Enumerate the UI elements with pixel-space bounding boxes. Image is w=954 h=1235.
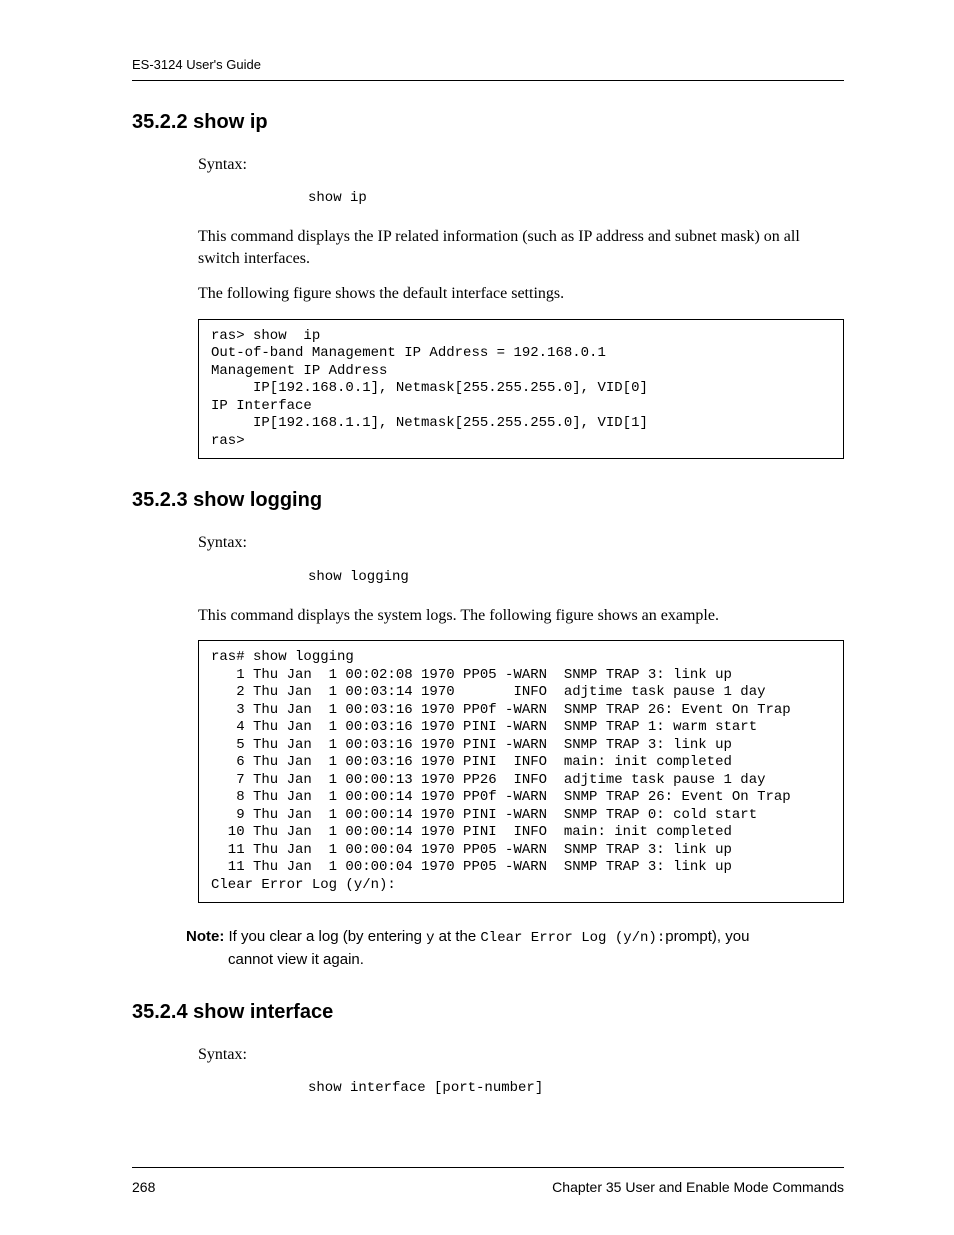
syntax-label: Syntax:: [132, 532, 844, 554]
code-show-ip: ras> show ip Out-of-band Management IP A…: [198, 319, 844, 460]
page-content: 35.2.2 show ip Syntax: show ip This comm…: [132, 81, 844, 1168]
note-text-d: cannot view it again.: [228, 950, 838, 970]
syntax-command-show-logging: show logging: [132, 568, 844, 587]
note-show-logging: Note: If you clear a log (by entering y …: [186, 927, 844, 970]
note-label: Note:: [186, 928, 224, 945]
heading-show-logging: 35.2.3 show logging: [132, 487, 844, 514]
note-text-a: If you clear a log (by entering: [224, 928, 426, 945]
note-inline-prompt: Clear Error Log (y/n):: [480, 930, 665, 946]
page-footer: 268 Chapter 35 User and Enable Mode Comm…: [132, 1178, 844, 1197]
note-inline-y: y: [426, 930, 434, 946]
syntax-command-show-ip: show ip: [132, 189, 844, 208]
footer-rule: [132, 1167, 844, 1168]
note-text-b: at the: [435, 928, 481, 945]
syntax-label: Syntax:: [132, 154, 844, 176]
page: ES-3124 User's Guide 35.2.2 show ip Synt…: [0, 0, 954, 1235]
para-show-ip-2: The following figure shows the default i…: [132, 283, 844, 305]
syntax-label: Syntax:: [132, 1044, 844, 1066]
para-show-ip-1: This command displays the IP related inf…: [132, 226, 844, 269]
chapter-label: Chapter 35 User and Enable Mode Commands: [552, 1178, 844, 1197]
para-show-logging-1: This command displays the system logs. T…: [132, 605, 844, 627]
code-show-logging: ras# show logging 1 Thu Jan 1 00:02:08 1…: [198, 640, 844, 903]
heading-show-interface: 35.2.4 show interface: [132, 999, 844, 1026]
running-head: ES-3124 User's Guide: [132, 56, 844, 74]
syntax-command-show-interface: show interface [port-number]: [132, 1079, 844, 1098]
page-number: 268: [132, 1178, 155, 1197]
heading-show-ip: 35.2.2 show ip: [132, 109, 844, 136]
note-text-c: prompt), you: [665, 928, 749, 945]
